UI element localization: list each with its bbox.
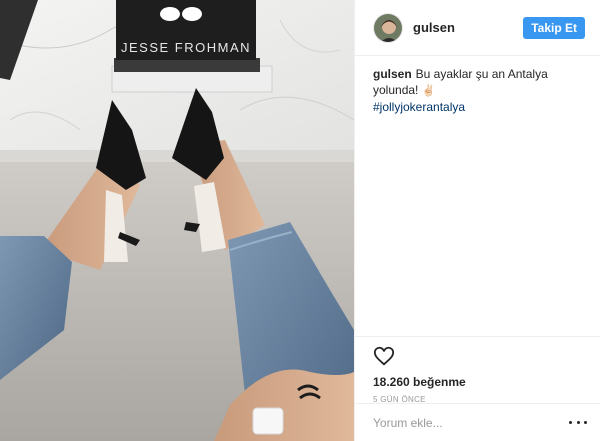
ellipsis-icon[interactable] bbox=[569, 418, 587, 428]
post-header: gulsen Takip Et bbox=[355, 0, 600, 56]
comment-bar bbox=[355, 403, 600, 441]
avatar-image bbox=[374, 13, 402, 42]
heart-outline-icon[interactable] bbox=[373, 345, 395, 367]
header-username[interactable]: gulsen bbox=[413, 20, 523, 35]
photo-illustration: JESSE FROHMAN bbox=[0, 0, 354, 441]
post-side-panel: gulsen Takip Et gulsen Bu ayaklar şu an A… bbox=[354, 0, 600, 441]
caption-username[interactable]: gulsen bbox=[373, 67, 412, 81]
instagram-post: JESSE FROHMAN gulsen Takip Et gulsen Bu … bbox=[0, 0, 600, 441]
post-caption: gulsen Bu ayaklar şu an Antalya yolunda! … bbox=[373, 66, 589, 115]
diamond-ring bbox=[252, 407, 284, 435]
comment-input[interactable] bbox=[373, 415, 569, 430]
post-actions: 18.260 beğenme 5 GÜN ÖNCE bbox=[355, 336, 600, 404]
caption-hashtag[interactable]: #jollyjokerantalya bbox=[373, 99, 589, 115]
victory-hand-emoji: ✌🏻 bbox=[421, 85, 436, 97]
avatar[interactable] bbox=[373, 12, 403, 43]
book-title: JESSE FROHMAN bbox=[121, 40, 251, 55]
follow-button[interactable]: Takip Et bbox=[523, 16, 585, 39]
post-photo[interactable]: JESSE FROHMAN bbox=[0, 0, 354, 441]
likes-count[interactable]: 18.260 beğenme bbox=[373, 375, 583, 389]
